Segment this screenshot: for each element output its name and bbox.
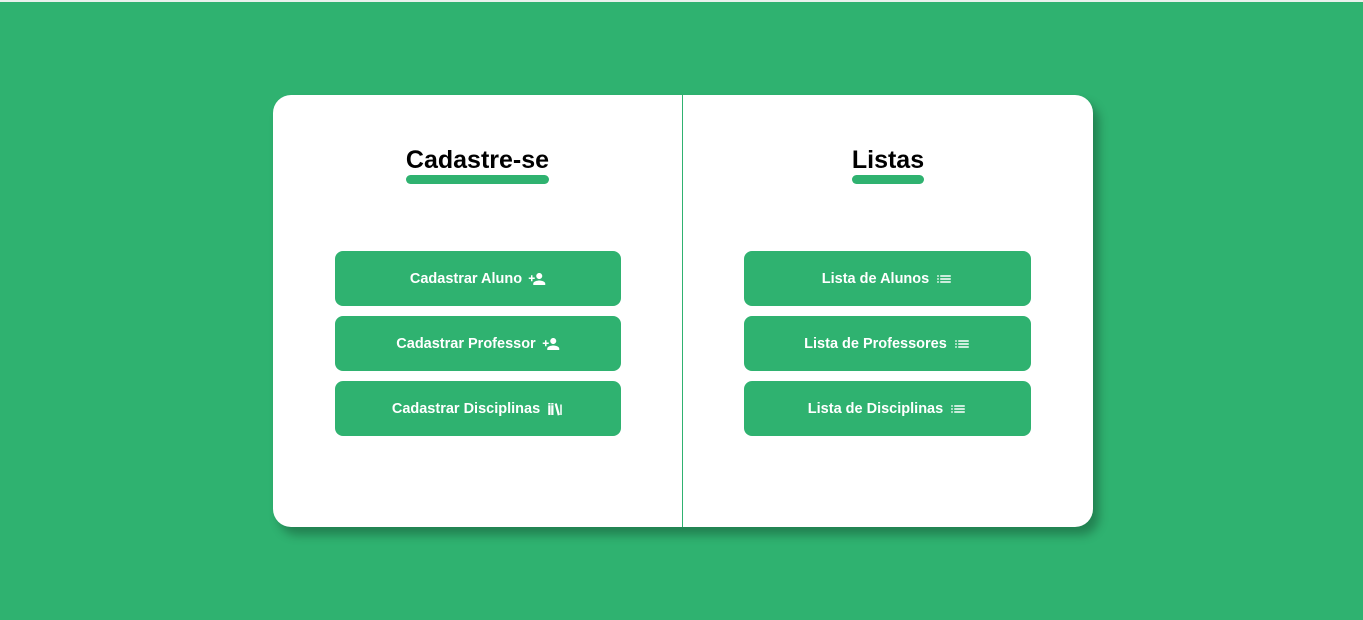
student-list-button[interactable]: Lista de Alunos [744, 251, 1031, 306]
lists-title-underline [851, 175, 925, 184]
register-student-label: Cadastrar Aluno [409, 270, 523, 287]
teacher-list-label: Lista de Professores [804, 335, 947, 352]
register-button-group: Cadastrar Aluno Cadastrar Professor Cada… [335, 251, 621, 436]
list-icon [935, 270, 953, 288]
lists-title: Listas [851, 146, 925, 174]
list-icon [953, 335, 971, 353]
lists-panel: Listas Lista de Alunos Lista de Professo… [683, 95, 1093, 527]
subject-list-label: Lista de Disciplinas [807, 400, 944, 417]
student-list-label: Lista de Alunos [821, 270, 930, 287]
top-border [0, 0, 1363, 2]
register-teacher-label: Cadastrar Professor [396, 335, 536, 352]
list-icon [949, 400, 967, 418]
subject-list-button[interactable]: Lista de Disciplinas [744, 381, 1031, 436]
register-title-block: Cadastre-se [273, 145, 682, 184]
register-student-button[interactable]: Cadastrar Aluno [335, 251, 621, 306]
register-title-underline [405, 175, 550, 184]
register-teacher-button[interactable]: Cadastrar Professor [335, 316, 621, 371]
lists-button-group: Lista de Alunos Lista de Professores Lis… [744, 251, 1031, 436]
register-title-wrap: Cadastre-se [405, 145, 550, 184]
library-books-icon [546, 400, 564, 418]
teacher-list-button[interactable]: Lista de Professores [744, 316, 1031, 371]
register-panel: Cadastre-se Cadastrar Aluno Cadastrar Pr… [273, 95, 683, 527]
register-title: Cadastre-se [405, 146, 550, 174]
person-add-icon [542, 335, 560, 353]
person-add-icon [528, 270, 546, 288]
lists-title-wrap: Listas [851, 145, 925, 184]
lists-title-block: Listas [683, 145, 1093, 184]
register-subjects-label: Cadastrar Disciplinas [391, 400, 541, 417]
register-subjects-button[interactable]: Cadastrar Disciplinas [335, 381, 621, 436]
main-card: Cadastre-se Cadastrar Aluno Cadastrar Pr… [273, 95, 1093, 527]
